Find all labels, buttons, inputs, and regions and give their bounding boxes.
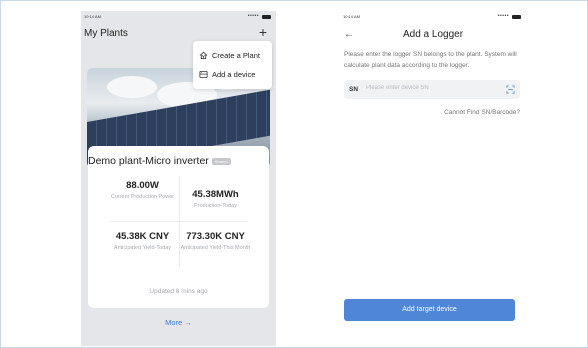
- menu-item-add-device[interactable]: Add a device: [199, 67, 255, 81]
- shared-badge: Shared: [211, 157, 231, 165]
- add-menu: Create a Plant Add a device: [193, 41, 272, 89]
- stat-value: 773.30K CNY: [186, 231, 245, 242]
- plant-name: Demo plant-Micro inverter Shared: [88, 155, 231, 167]
- instructions-text: Please enter the logger SN belongs to th…: [344, 51, 517, 69]
- signal-icon: •••••: [497, 13, 509, 19]
- stat-value: 88.00W: [126, 180, 159, 191]
- stat-current-power: 88.00W Current Production Power: [106, 180, 179, 201]
- sn-label: SN: [349, 86, 359, 93]
- page-title: My Plants: [84, 28, 128, 39]
- divider: [110, 221, 248, 222]
- add-logger-screen: 10:14 AM ••••• ← Add a Logger Please ent…: [340, 11, 526, 346]
- battery-icon: [512, 15, 521, 19]
- status-bar: 10:14 AM •••••: [343, 13, 523, 22]
- status-bar: 10:14 AM •••••: [84, 13, 273, 22]
- status-time: 10:14 AM: [343, 14, 360, 19]
- stat-label: Anticipated Yield-Today: [113, 245, 172, 251]
- plant-stats: 88.00W Current Production Power 45.38MWh…: [106, 172, 252, 271]
- menu-item-label: Add a device: [212, 69, 256, 79]
- add-target-device-button[interactable]: Add target device: [344, 299, 515, 321]
- sn-input[interactable]: [366, 85, 496, 91]
- sn-field[interactable]: SN: [344, 80, 520, 99]
- stat-yield-today: 45.38K CNY Anticipated Yield-Today: [106, 231, 179, 252]
- battery-icon: [262, 15, 271, 19]
- menu-item-create-plant[interactable]: Create a Plant: [199, 48, 260, 62]
- device-icon: [199, 70, 208, 78]
- cloud-shape: [107, 76, 157, 98]
- plant-icon: [199, 51, 208, 59]
- stat-production-today: 45.38MWh Production-Today: [179, 189, 252, 210]
- more-link[interactable]: More →: [81, 318, 276, 327]
- add-icon[interactable]: +: [259, 25, 267, 39]
- stat-value: 45.38K CNY: [115, 231, 170, 242]
- plant-name-text: Demo plant-Micro inverter: [88, 155, 209, 167]
- stat-label: Production-Today: [194, 203, 237, 209]
- plant-card[interactable]: Demo plant-Micro inverter Shared 88.00W C…: [88, 146, 269, 308]
- stat-value: 45.38MWh: [192, 189, 239, 200]
- updated-time: Updated 8 mins ago: [149, 288, 208, 295]
- stat-label: Current Production Power: [110, 194, 175, 200]
- barcode-scan-icon[interactable]: [506, 85, 515, 94]
- stat-yield-month: 773.30K CNY Anticipated Yield-This Month: [179, 231, 252, 252]
- stat-label: Anticipated Yield-This Month: [180, 245, 251, 251]
- status-time: 10:14 AM: [84, 14, 101, 19]
- signal-icon: •••••: [247, 13, 259, 19]
- page-title: Add a Logger: [402, 29, 464, 40]
- menu-item-label: Create a Plant: [212, 50, 260, 60]
- cannot-find-link[interactable]: Cannot Find SN/Barcode?: [444, 109, 520, 116]
